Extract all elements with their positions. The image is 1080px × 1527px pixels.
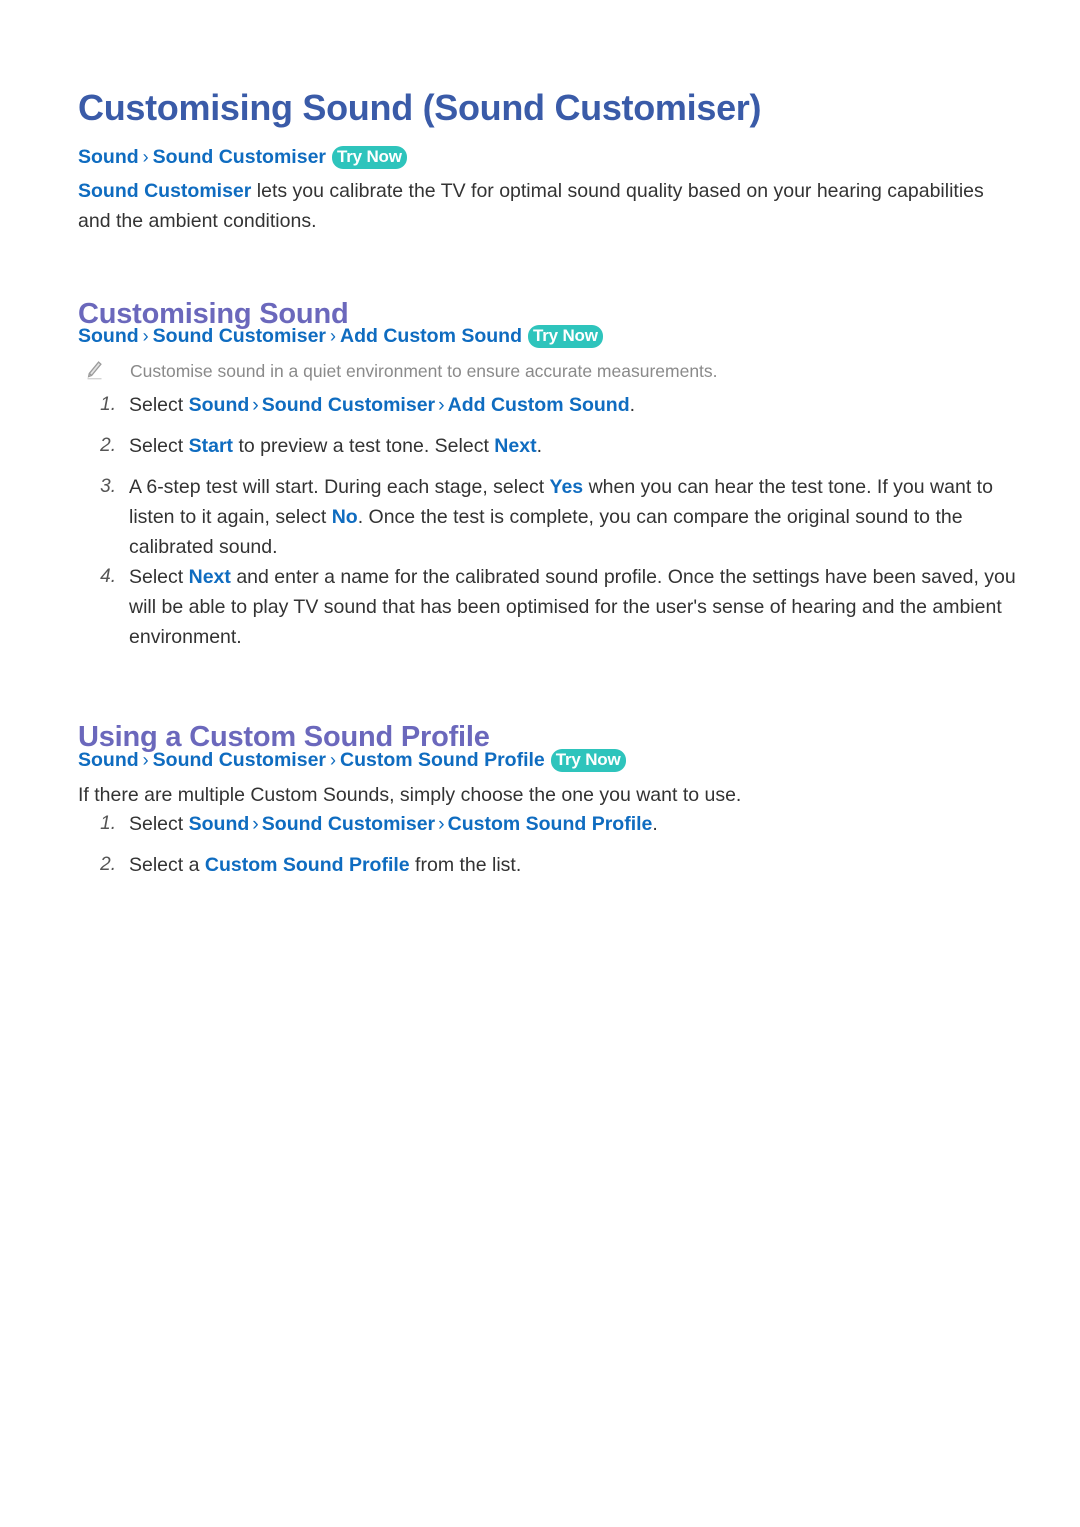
breadcrumb-segment[interactable]: Sound Customiser <box>153 146 326 168</box>
breadcrumb-add-custom-sound: Sound › Sound Customiser › Add Custom Sound T… <box>78 323 603 349</box>
section2-paragraph: If there are multiple Custom Sounds, sim… <box>78 784 742 806</box>
list-item: 2. Select Start to preview a test tone. … <box>78 431 1008 461</box>
inline-keyword[interactable]: Sound Customiser <box>262 394 435 416</box>
inline-separator: › <box>252 394 259 416</box>
breadcrumb-segment[interactable]: Add Custom Sound <box>340 325 522 347</box>
breadcrumb-segment[interactable]: Custom Sound Profile <box>340 749 545 771</box>
breadcrumb-intro: Sound › Sound Customiser Try Now <box>78 144 407 170</box>
note-row: Customise sound in a quiet environment t… <box>86 358 1006 387</box>
list-item-number: 4. <box>100 566 116 587</box>
inline-keyword[interactable]: Sound <box>189 394 250 416</box>
list-item: 2. Select a Custom Sound Profile from th… <box>78 850 1008 880</box>
list-item-text: Select Start to preview a test tone. Sel… <box>116 431 1008 461</box>
list-item: 3. A 6-step test will start. During each… <box>78 472 1008 562</box>
list-item-text: Select a Custom Sound Profile from the l… <box>116 850 1008 880</box>
inline-separator: › <box>438 394 445 416</box>
inline-text: Select <box>129 813 189 835</box>
inline-text: Select a <box>129 854 205 876</box>
inline-text: . <box>536 435 542 457</box>
breadcrumb-separator: › <box>330 326 337 346</box>
list-item-text: Select Next and enter a name for the cal… <box>116 562 1023 652</box>
intro-paragraph: Sound Customiser lets you calibrate the … <box>78 176 1008 236</box>
pencil-icon <box>86 358 130 387</box>
list-item: 1. Select Sound › Sound Customiser › Custom … <box>78 809 1008 839</box>
list-item-number: 3. <box>100 476 116 497</box>
inline-text: . <box>652 813 658 835</box>
inline-keyword[interactable]: Sound <box>189 813 250 835</box>
inline-separator: › <box>438 813 445 835</box>
inline-text: Select <box>129 566 189 588</box>
list-item-number: 2. <box>100 854 116 875</box>
list-item-number: 1. <box>100 394 116 415</box>
list-item: 1. Select Sound › Sound Customiser › Add Cus… <box>78 390 1008 420</box>
inline-keyword[interactable]: Custom Sound Profile <box>205 854 410 876</box>
list-item-number: 2. <box>100 435 116 456</box>
inline-separator: › <box>252 813 259 835</box>
inline-keyword[interactable]: Sound Customiser <box>262 813 435 835</box>
inline-text: from the list. <box>409 854 522 876</box>
inline-keyword[interactable]: No <box>332 506 358 528</box>
try-now-badge[interactable]: Try Now <box>550 749 626 772</box>
breadcrumb-segment[interactable]: Sound <box>78 146 139 168</box>
breadcrumb-segment[interactable]: Sound Customiser <box>153 325 326 347</box>
try-now-badge[interactable]: Try Now <box>528 325 603 348</box>
document-page: Customising Sound (Sound Customiser) Sou… <box>0 0 1080 1527</box>
inline-keyword[interactable]: Custom Sound Profile <box>448 813 653 835</box>
breadcrumb-separator: › <box>142 326 149 346</box>
breadcrumb-segment[interactable]: Sound Customiser <box>153 749 326 771</box>
breadcrumb-custom-sound-profile: Sound › Sound Customiser › Custom Sound Prof… <box>78 747 626 773</box>
inline-keyword[interactable]: Yes <box>550 476 584 498</box>
breadcrumb-segment[interactable]: Sound <box>78 749 139 771</box>
try-now-badge[interactable]: Try Now <box>332 146 407 169</box>
list-item-number: 1. <box>100 813 116 834</box>
inline-text: and enter a name for the calibrated soun… <box>129 566 1016 648</box>
breadcrumb-separator: › <box>142 147 149 167</box>
list-item-text: Select Sound › Sound Customiser › Custom Sou… <box>116 809 1008 839</box>
note-text: Customise sound in a quiet environment t… <box>130 361 718 381</box>
list-item: 4. Select Next and enter a name for the … <box>78 562 1023 652</box>
inline-text: Select <box>129 435 189 457</box>
inline-keyword[interactable]: Next <box>189 566 231 588</box>
breadcrumb-separator: › <box>330 750 337 770</box>
list-item-text: Select Sound › Sound Customiser › Add Custom… <box>116 390 1008 420</box>
inline-keyword[interactable]: Next <box>494 435 536 457</box>
inline-keyword[interactable]: Start <box>189 435 233 457</box>
inline-text: A 6-step test will start. During each st… <box>129 476 550 498</box>
intro-paragraph-keyword: Sound Customiser <box>78 180 252 202</box>
inline-text: Select <box>129 394 189 416</box>
breadcrumb-separator: › <box>142 750 149 770</box>
page-title: Customising Sound (Sound Customiser) <box>78 87 762 129</box>
inline-text: . <box>629 394 636 416</box>
inline-text: to preview a test tone. Select <box>233 435 495 457</box>
breadcrumb-segment[interactable]: Sound <box>78 325 139 347</box>
list-item-text: A 6-step test will start. During each st… <box>116 472 1008 562</box>
inline-keyword[interactable]: Add Custom Sound <box>448 394 630 416</box>
